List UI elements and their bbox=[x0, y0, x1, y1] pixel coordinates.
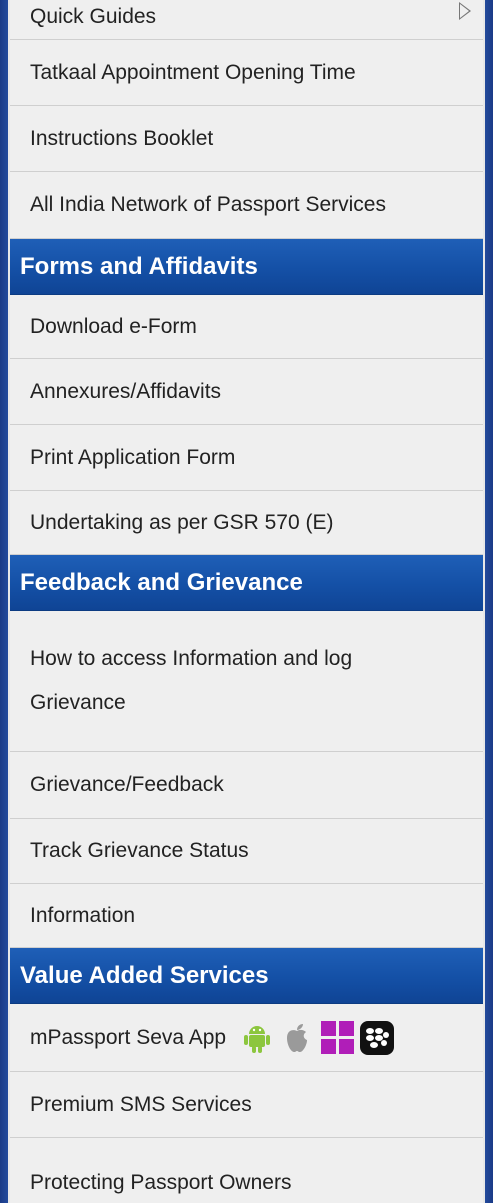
menu-item-network[interactable]: All India Network of Passport Services bbox=[10, 172, 483, 239]
menu-item-how-to-access[interactable]: How to access Information and log Grieva… bbox=[10, 611, 483, 752]
menu-item-label: Print Application Form bbox=[30, 445, 236, 469]
menu-item-label: Undertaking as per GSR 570 (E) bbox=[30, 510, 334, 534]
section-title: Value Added Services bbox=[20, 961, 269, 989]
menu-item-label: Track Grievance Status bbox=[30, 839, 249, 862]
menu-item-label: Download e-Form bbox=[30, 314, 197, 338]
submenu-arrow-icon bbox=[459, 2, 471, 20]
windows-icon[interactable] bbox=[320, 1021, 354, 1055]
menu-item-undertaking[interactable]: Undertaking as per GSR 570 (E) bbox=[10, 491, 483, 555]
menu-item-label: Information bbox=[30, 903, 136, 927]
menu-item-label: Protecting Passport Owners bbox=[30, 1171, 292, 1194]
menu-item-mpassport-app[interactable]: mPassport Seva App bbox=[10, 1004, 483, 1072]
menu-item-information[interactable]: Information bbox=[10, 884, 483, 948]
section-header-feedback: Feedback and Grievance bbox=[10, 555, 483, 611]
blackberry-icon[interactable] bbox=[360, 1020, 395, 1055]
section-title: Forms and Affidavits bbox=[20, 252, 258, 280]
menu-item-label: Premium SMS Services bbox=[30, 1092, 252, 1116]
menu-item-label: mPassport Seva App bbox=[30, 1025, 227, 1049]
menu-item-print-form[interactable]: Print Application Form bbox=[10, 425, 483, 491]
menu-item-quick-guides[interactable]: Quick Guides bbox=[10, 0, 483, 40]
menu-item-label: All India Network of Passport Services bbox=[30, 193, 386, 216]
menu-item-label: Tatkaal Appointment Opening Time bbox=[30, 60, 356, 84]
menu-item-grievance-feedback[interactable]: Grievance/Feedback bbox=[10, 752, 483, 819]
menu-item-label: Grievance/Feedback bbox=[30, 773, 224, 796]
android-icon[interactable] bbox=[240, 1021, 274, 1055]
section-header-value-added: Value Added Services bbox=[10, 948, 483, 1004]
menu-item-label: Quick Guides bbox=[30, 4, 157, 28]
apple-icon[interactable] bbox=[280, 1021, 314, 1055]
page-frame: Quick Guides Tatkaal Appointment Opening… bbox=[0, 0, 493, 1203]
menu-item-annexures[interactable]: Annexures/Affidavits bbox=[10, 359, 483, 425]
menu-item-label: Annexures/Affidavits bbox=[30, 379, 222, 403]
menu-item-instructions[interactable]: Instructions Booklet bbox=[10, 106, 483, 172]
menu-item-protecting-owners[interactable]: Protecting Passport Owners bbox=[10, 1138, 483, 1203]
menu-item-label-line2: Grievance bbox=[30, 691, 126, 714]
menu-item-label: Instructions Booklet bbox=[30, 126, 214, 150]
menu-item-tatkaal[interactable]: Tatkaal Appointment Opening Time bbox=[10, 40, 483, 106]
menu-item-label-line1: How to access Information and log bbox=[30, 647, 353, 670]
menu-item-track-grievance[interactable]: Track Grievance Status bbox=[10, 819, 483, 884]
section-title: Feedback and Grievance bbox=[20, 568, 303, 596]
side-menu: Quick Guides Tatkaal Appointment Opening… bbox=[10, 0, 483, 1203]
menu-item-premium-sms[interactable]: Premium SMS Services bbox=[10, 1072, 483, 1138]
menu-item-download-eform[interactable]: Download e-Form bbox=[10, 295, 483, 359]
section-header-forms: Forms and Affidavits bbox=[10, 239, 483, 295]
app-store-icons bbox=[240, 1020, 395, 1055]
